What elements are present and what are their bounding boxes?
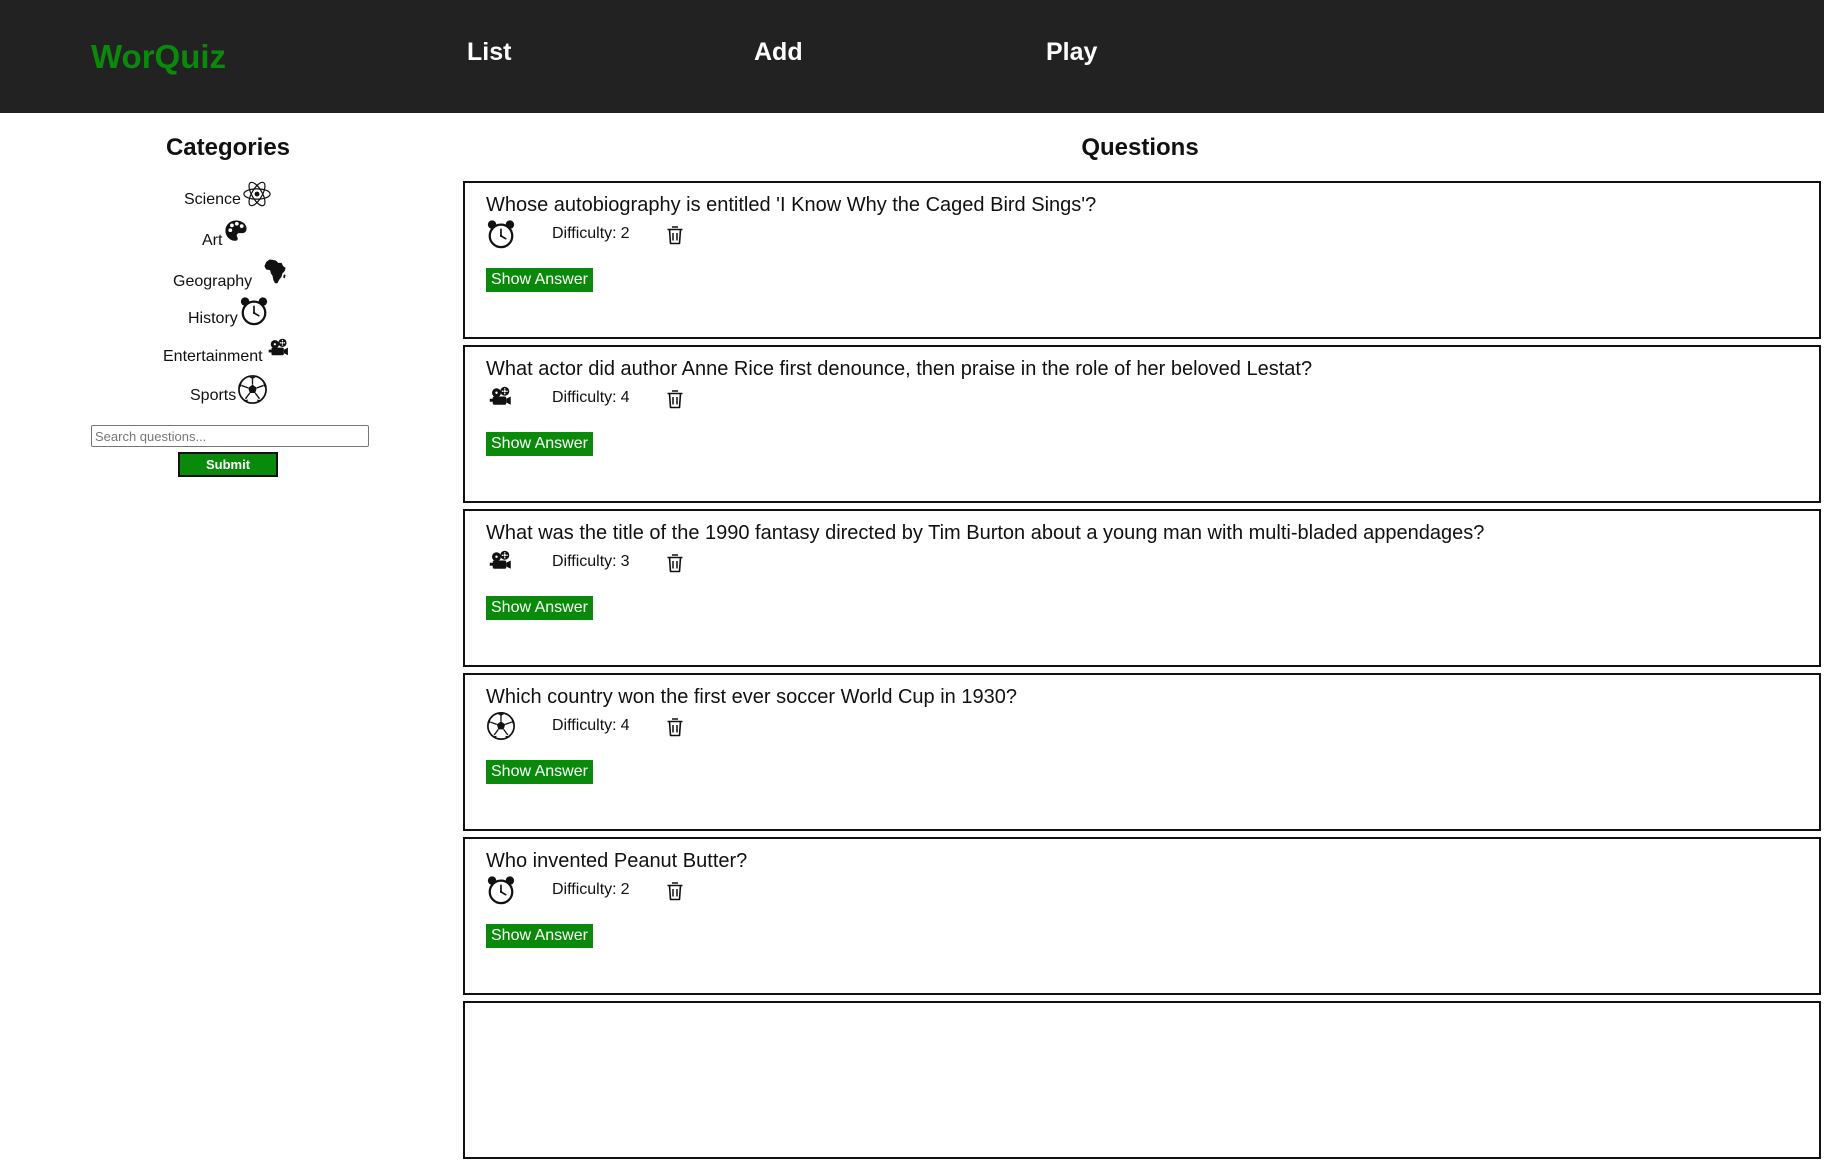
nav-link-list[interactable]: List <box>467 38 511 67</box>
difficulty: Difficulty: 4 <box>552 717 630 735</box>
difficulty-value: 4 <box>620 389 630 406</box>
question-card: Which country won the first ever soccer … <box>463 673 1821 831</box>
search-input[interactable] <box>91 425 369 447</box>
show-answer-button[interactable]: Show Answer <box>486 432 593 456</box>
question-text: Who invented Peanut Butter? <box>486 850 748 872</box>
difficulty: Difficulty: 2 <box>552 881 630 899</box>
nav-link-play[interactable]: Play <box>1046 38 1097 67</box>
film-camera-icon <box>488 386 514 410</box>
top-navbar: WorQuiz List Add Play <box>0 0 1824 113</box>
category-science[interactable]: Science <box>184 179 272 209</box>
questions-panel: Questions Whose autobiography is entitle… <box>456 113 1824 1159</box>
alarm-clock-icon <box>239 296 269 326</box>
category-label: Science <box>184 191 241 208</box>
show-answer-button[interactable]: Show Answer <box>486 760 593 784</box>
difficulty: Difficulty: 2 <box>552 225 630 243</box>
difficulty-value: 2 <box>620 881 630 898</box>
category-label: History <box>188 310 238 327</box>
category-label: Sports <box>190 387 237 404</box>
trash-icon[interactable] <box>666 717 684 737</box>
category-label: Art <box>202 232 223 249</box>
trash-icon[interactable] <box>666 225 684 245</box>
category-history[interactable]: History <box>188 296 269 328</box>
film-camera-icon <box>266 338 292 360</box>
question-meta: Difficulty: 3 <box>486 547 886 577</box>
difficulty-label: Difficulty: <box>552 389 617 406</box>
question-list: Whose autobiography is entitled 'I Know … <box>463 181 1821 1165</box>
question-card: What actor did author Anne Rice first de… <box>463 345 1821 503</box>
question-card: Whose autobiography is entitled 'I Know … <box>463 181 1821 339</box>
show-answer-button[interactable]: Show Answer <box>486 268 593 292</box>
question-meta: Difficulty: 4 <box>486 711 886 741</box>
palette-icon <box>223 218 249 244</box>
questions-title: Questions <box>1081 134 1199 161</box>
show-answer-button[interactable]: Show Answer <box>486 596 593 620</box>
question-text: Whose autobiography is entitled 'I Know … <box>486 194 1097 216</box>
question-card: Who invented Peanut Butter? Difficulty: 2… <box>463 837 1821 995</box>
question-meta: Difficulty: 2 <box>486 219 886 249</box>
submit-button[interactable]: Submit <box>178 452 278 477</box>
question-text: Which country won the first ever soccer … <box>486 686 1017 708</box>
categories-sidebar: Categories Science Art Geography History… <box>0 113 456 1007</box>
category-sports[interactable]: Sports <box>190 374 268 405</box>
difficulty-value: 2 <box>620 225 630 242</box>
difficulty-label: Difficulty: <box>552 553 617 570</box>
question-card-partial <box>463 1001 1821 1159</box>
category-label: Geography <box>173 273 253 290</box>
show-answer-button[interactable]: Show Answer <box>486 924 593 948</box>
question-text: What was the title of the 1990 fantasy d… <box>486 522 1485 544</box>
soccer-ball-icon <box>486 711 516 741</box>
africa-icon <box>262 257 288 285</box>
trash-icon[interactable] <box>666 553 684 573</box>
difficulty-value: 3 <box>620 553 630 570</box>
question-card: What was the title of the 1990 fantasy d… <box>463 509 1821 667</box>
atom-icon <box>242 179 272 209</box>
category-entertainment[interactable]: Entertainment <box>163 338 292 366</box>
soccer-ball-icon <box>237 374 268 405</box>
category-label: Entertainment <box>163 348 263 365</box>
brand-logo[interactable]: WorQuiz <box>91 38 226 76</box>
difficulty-label: Difficulty: <box>552 225 617 242</box>
nav-link-add[interactable]: Add <box>754 38 803 67</box>
alarm-clock-icon <box>486 219 516 249</box>
difficulty-label: Difficulty: <box>552 881 617 898</box>
question-meta: Difficulty: 4 <box>486 383 886 413</box>
categories-title: Categories <box>165 134 291 161</box>
question-text: What actor did author Anne Rice first de… <box>486 358 1313 380</box>
category-geography[interactable]: Geography <box>173 257 288 291</box>
difficulty: Difficulty: 4 <box>552 389 630 407</box>
difficulty-label: Difficulty: <box>552 717 617 734</box>
trash-icon[interactable] <box>666 881 684 901</box>
category-art[interactable]: Art <box>202 218 249 250</box>
question-meta: Difficulty: 2 <box>486 875 886 905</box>
difficulty: Difficulty: 3 <box>552 553 630 571</box>
trash-icon[interactable] <box>666 389 684 409</box>
alarm-clock-icon <box>486 875 516 905</box>
film-camera-icon <box>488 550 514 574</box>
difficulty-value: 4 <box>620 717 630 734</box>
